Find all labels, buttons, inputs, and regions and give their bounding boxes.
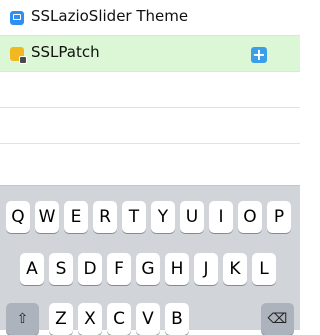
- key-g[interactable]: G: [136, 253, 160, 285]
- empty-row: [0, 108, 300, 144]
- list-item-label: SSLazioSlider Theme: [31, 7, 189, 25]
- delete-key[interactable]: ⌫: [261, 303, 294, 335]
- key-e[interactable]: E: [64, 201, 88, 233]
- key-q[interactable]: Q: [6, 201, 30, 233]
- key-l[interactable]: L: [252, 253, 276, 285]
- app-icon: [10, 11, 24, 25]
- empty-row: [0, 72, 300, 108]
- key-d[interactable]: D: [78, 253, 102, 285]
- key-k[interactable]: K: [223, 253, 247, 285]
- add-button[interactable]: +: [251, 47, 267, 63]
- key-s[interactable]: S: [49, 253, 73, 285]
- key-o[interactable]: O: [238, 201, 262, 233]
- list-item-sslazioslider-theme[interactable]: SSLazioSlider Theme: [0, 0, 300, 36]
- keyboard: Q W E R T Y U I O P A S D F G H J K L ⇧ …: [0, 185, 300, 335]
- key-h[interactable]: H: [165, 253, 189, 285]
- package-list: SSLazioSlider Theme SSLPatch +: [0, 0, 300, 185]
- key-x[interactable]: X: [78, 303, 102, 335]
- key-f[interactable]: F: [107, 253, 131, 285]
- key-p[interactable]: P: [267, 201, 291, 233]
- key-i[interactable]: I: [209, 201, 233, 233]
- key-z[interactable]: Z: [49, 303, 73, 335]
- lock-app-icon: [10, 47, 27, 64]
- key-v[interactable]: V: [136, 303, 160, 335]
- key-b[interactable]: B: [165, 303, 189, 335]
- key-t[interactable]: T: [122, 201, 146, 233]
- key-u[interactable]: U: [180, 201, 204, 233]
- list-item-sslpatch[interactable]: SSLPatch +: [0, 36, 300, 72]
- key-w[interactable]: W: [35, 201, 59, 233]
- key-c[interactable]: C: [107, 303, 131, 335]
- key-j[interactable]: J: [194, 253, 218, 285]
- shift-key[interactable]: ⇧: [6, 303, 39, 335]
- empty-row: [0, 144, 300, 180]
- list-item-label: SSLPatch: [31, 43, 100, 61]
- key-r[interactable]: R: [93, 201, 117, 233]
- key-y[interactable]: Y: [151, 201, 175, 233]
- key-a[interactable]: A: [20, 253, 44, 285]
